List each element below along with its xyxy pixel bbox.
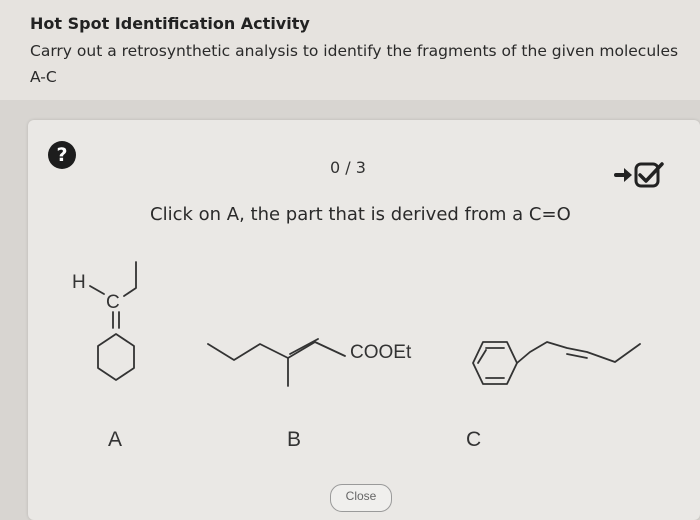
atom-c-label: C (106, 292, 120, 313)
help-question-icon[interactable]: ? (48, 141, 76, 169)
close-button[interactable]: Close (330, 484, 392, 512)
question-header: Hot Spot Identification Activity Carry o… (0, 0, 700, 100)
progress-counter: 0 / 3 (330, 158, 366, 177)
arrow-check-submit-icon[interactable] (614, 160, 666, 192)
molecule-b-label: B (287, 428, 302, 451)
molecule-c[interactable] (455, 320, 685, 410)
molecule-a[interactable]: H C (64, 250, 164, 400)
molecule-c-label: C (466, 428, 482, 451)
atom-h-label: H (72, 272, 86, 293)
molecule-b[interactable]: COOEt (200, 330, 440, 410)
cooet-group-label: COOEt (350, 342, 412, 363)
activity-instructions: Carry out a retrosynthetic analysis to i… (30, 42, 679, 86)
activity-title: Hot Spot Identification Activity (30, 14, 310, 33)
molecule-a-label: A (108, 428, 123, 451)
activity-prompt: Click on A, the part that is derived fro… (150, 204, 571, 225)
